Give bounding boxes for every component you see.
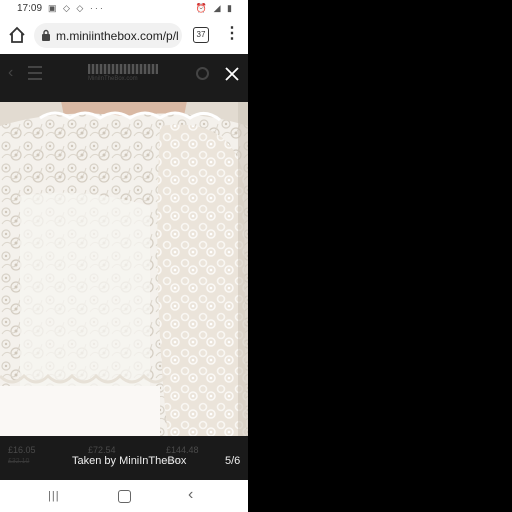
tab-switcher-button[interactable]: 37	[193, 27, 209, 43]
background-price: £144.48	[166, 445, 199, 455]
browser-menu-icon[interactable]: ⋮	[224, 25, 240, 43]
browser-toolbar: m.miniinthebox.com/p/l 37 ⋮	[0, 18, 248, 54]
back-icon[interactable]: ‹	[188, 486, 193, 504]
phone-screen: 17:09 ▣ ◇ ◇ ··· ⏰ ◢ ▮ m.miniinthebox.com…	[0, 0, 248, 512]
url-text: m.miniinthebox.com/p/l	[56, 29, 179, 43]
background-old-price: £32.10	[8, 458, 30, 465]
lace-bolero-image	[0, 96, 248, 436]
image-counter: 5/6	[225, 455, 241, 467]
site-logo	[88, 64, 158, 74]
system-nav-bar: ||| ‹	[0, 480, 248, 512]
search-icon	[196, 67, 209, 80]
status-time: 17:09	[17, 3, 43, 14]
site-logo-text: MiniInTheBox.com	[88, 76, 138, 82]
lightbox-caption-bar: £16.05 £32.10 £72.54 £144.48 £288 Taken …	[0, 436, 248, 480]
lightbox-top-shade	[0, 96, 248, 102]
product-photo[interactable]	[0, 96, 248, 436]
home-button-icon[interactable]	[118, 490, 131, 503]
system-status-icons: ⏰ ◢ ▮	[195, 3, 234, 13]
notification-icons: ▣ ◇ ◇ ···	[48, 3, 105, 13]
background-price: £72.54	[88, 445, 116, 455]
empty-black-area	[248, 0, 512, 512]
close-icon[interactable]	[222, 64, 242, 84]
hamburger-menu-icon	[28, 66, 42, 80]
recent-apps-icon[interactable]: |||	[48, 490, 60, 502]
site-header-dimmed: ‹ MiniInTheBox.com	[0, 54, 248, 96]
back-arrow-icon: ‹	[8, 64, 14, 81]
photo-caption: Taken by MiniInTheBox	[72, 455, 187, 467]
home-icon[interactable]	[8, 26, 26, 44]
status-bar: 17:09 ▣ ◇ ◇ ··· ⏰ ◢ ▮	[0, 0, 248, 18]
lock-icon	[42, 29, 50, 41]
background-price: £16.05	[8, 445, 36, 455]
address-bar[interactable]: m.miniinthebox.com/p/l	[34, 23, 182, 48]
